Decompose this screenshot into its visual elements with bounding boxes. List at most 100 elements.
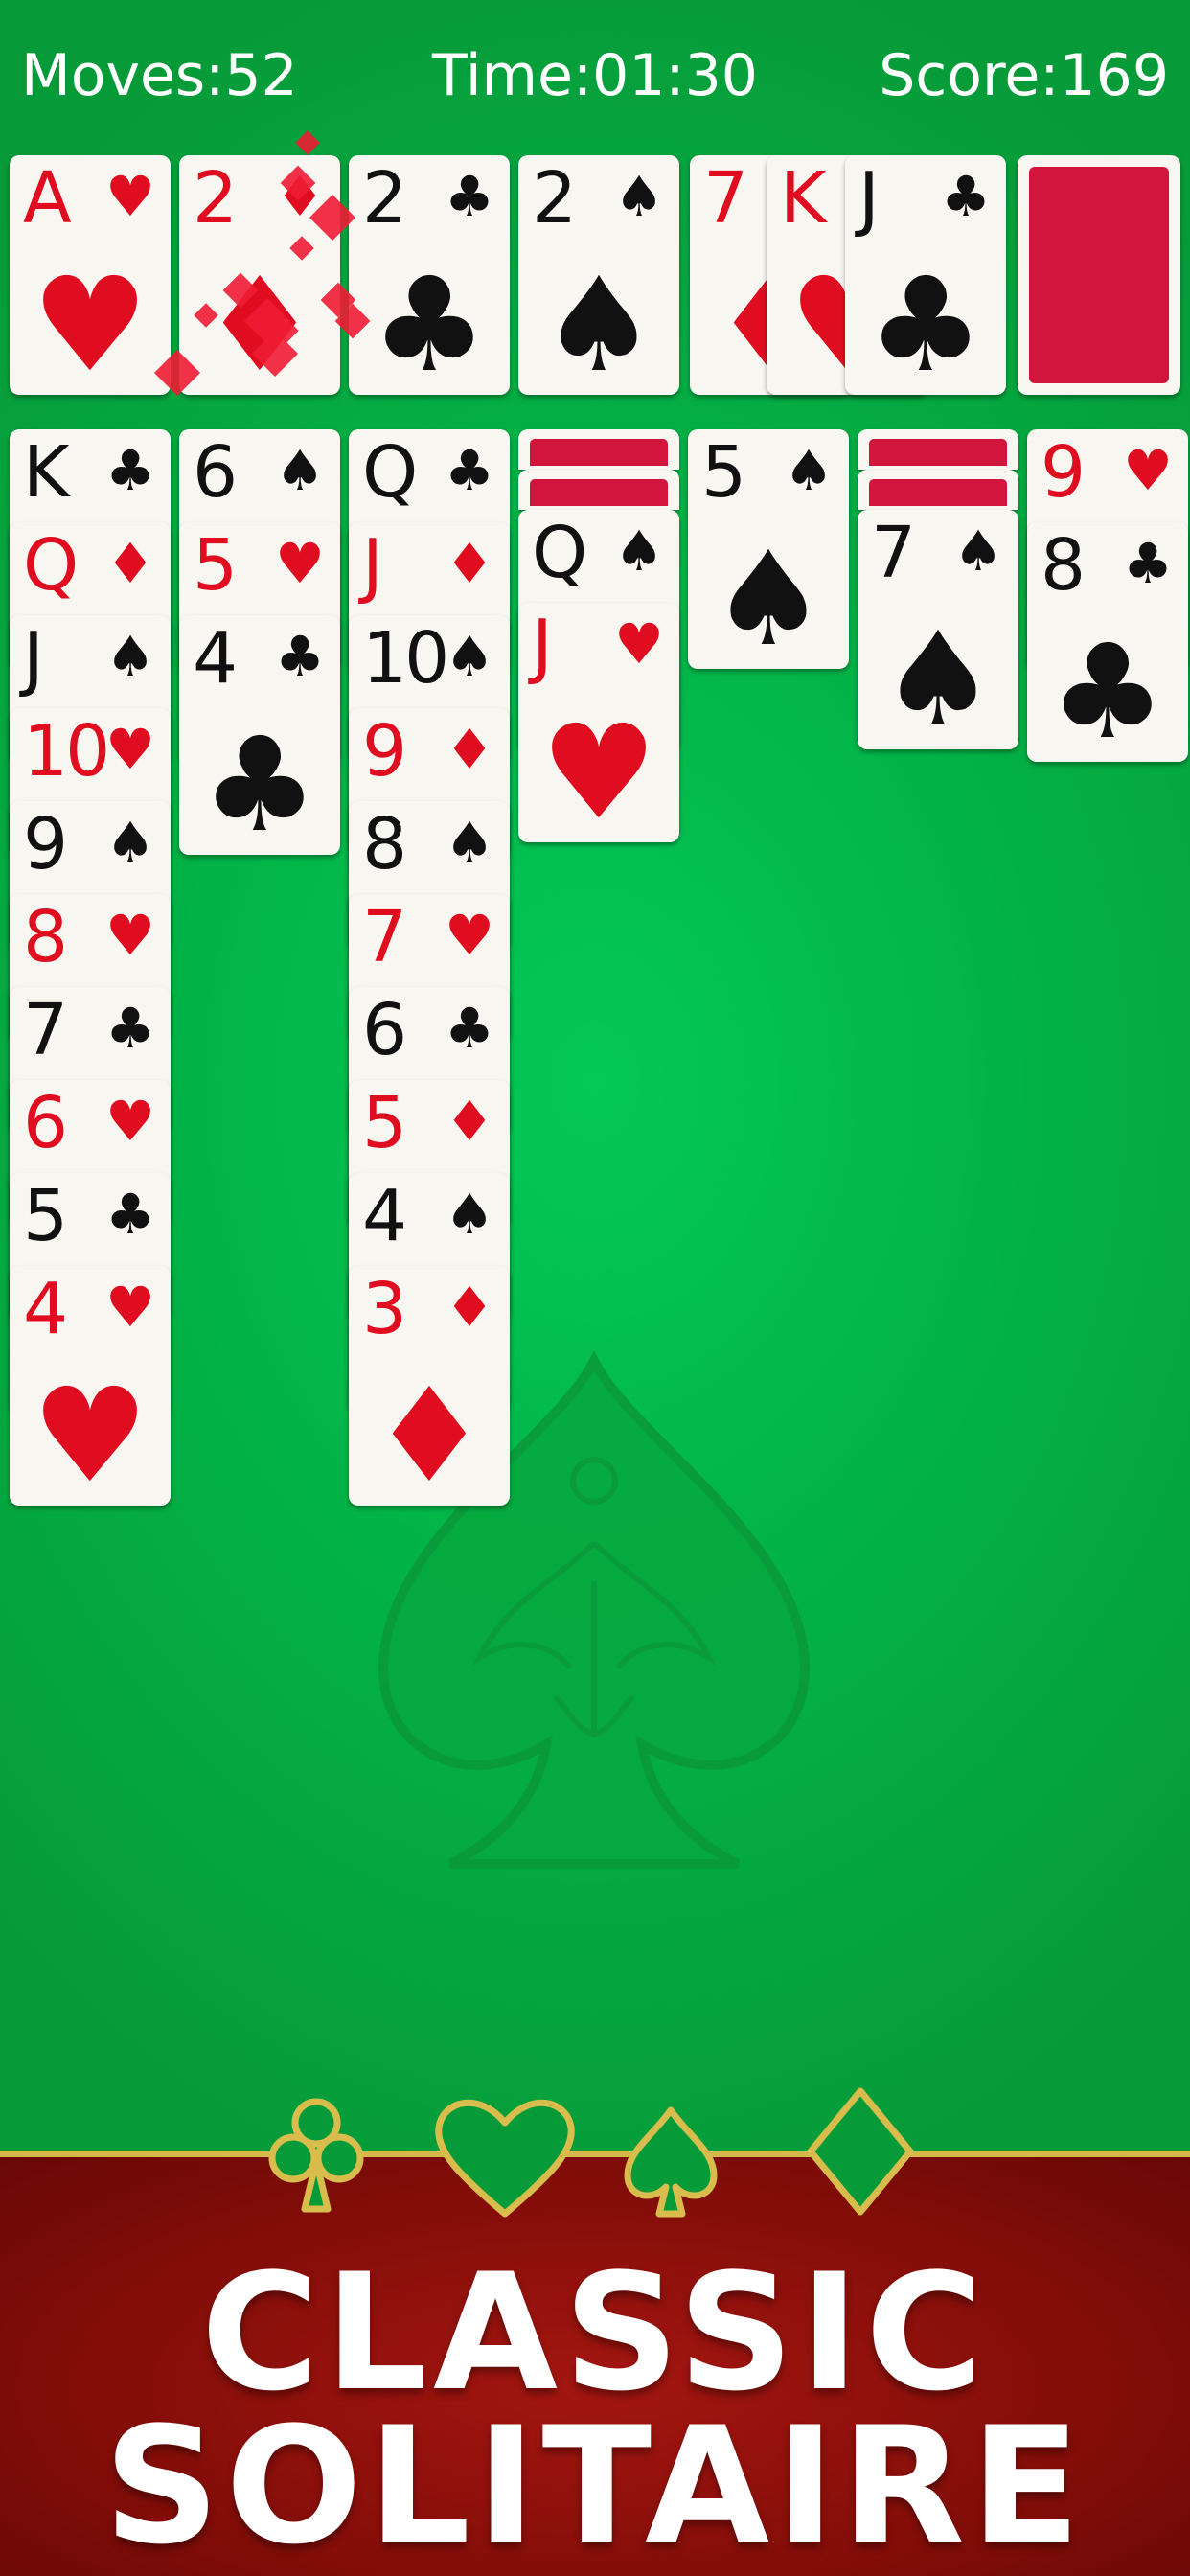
sparkle-particle [295,130,320,155]
banner-title-line2: SOLITAIRE [103,2392,1087,2576]
card-rank: 5 [23,1175,68,1257]
card-back-pattern [869,439,1007,466]
card-suit-icon: ♣ [105,1182,155,1247]
card-rank: 7 [362,896,407,978]
card-rank: 3 [362,1268,407,1350]
playing-card[interactable]: 3 ♦ ♦ [349,1266,510,1506]
card-suit-icon: ♠ [105,624,155,689]
card-rank: 7 [23,989,68,1071]
card-back-pattern [1029,167,1169,383]
playing-card[interactable]: 2 ♠ ♠ [518,155,679,395]
card-suit-icon: ♣ [445,996,494,1061]
card-rank: 10 [23,710,110,793]
card-rank: Q [362,431,418,514]
card-suit-icon: ♦ [445,1089,494,1154]
card-rank: 7 [703,157,748,240]
playing-card[interactable]: 5 ♠ ♠ [688,429,849,669]
card-rank: 10 [362,617,449,700]
face-down-card [518,470,679,510]
card-back-pattern [530,479,668,506]
card-suit-icon: ♣ [445,438,494,503]
card-suit-icon: ♣ [105,996,155,1061]
card-suit-icon: ♠ [614,164,664,229]
card-rank: 8 [1041,524,1086,607]
card-center-suit-icon: ♣ [1049,617,1166,762]
playing-card[interactable]: 8 ♣ ♣ [1027,522,1188,762]
playing-card[interactable]: A ♥ ♥ [10,155,171,395]
stock-pile[interactable] [1018,155,1180,395]
card-center-suit-icon: ♥ [540,698,657,842]
card-rank: 8 [23,896,68,978]
card-suit-icon: ♦ [445,717,494,782]
club-icon [268,2098,364,2213]
card-suit-icon: ♠ [953,518,1003,584]
card-suit-icon: ♦ [105,531,155,596]
card-suit-icon: ♥ [105,1089,155,1154]
card-rank: J [858,157,880,240]
card-rank: 5 [701,431,746,514]
card-rank: J [362,524,383,607]
banner-suit-row [268,2087,914,2218]
card-suit-icon: ♦ [445,531,494,596]
card-suit-icon: ♦ [445,1275,494,1340]
face-down-card [518,429,679,470]
diamond-icon [807,2087,914,2216]
card-rank: Q [532,512,587,594]
card-rank: 6 [23,1082,68,1164]
face-down-card [858,470,1018,510]
card-center-suit-icon: ♠ [540,250,657,395]
card-rank: K [23,431,70,514]
card-rank: 5 [193,524,238,607]
card-suit-icon: ♥ [1123,438,1173,503]
card-center-suit-icon: ♠ [880,605,996,749]
card-center-suit-icon: ♠ [710,524,827,669]
card-suit-icon: ♠ [275,438,325,503]
card-rank: 4 [193,617,238,700]
card-suit-icon: ♠ [445,1182,494,1247]
card-rank: 6 [362,989,407,1071]
card-suit-icon: ♠ [445,810,494,875]
card-rank: 6 [193,431,238,514]
card-rank: 9 [23,803,68,886]
card-rank: 2 [362,157,407,240]
card-suit-icon: ♠ [445,624,494,689]
card-rank: 2 [193,157,238,240]
card-rank: Q [23,524,79,607]
card-back-pattern [869,479,1007,506]
card-suit-icon: ♥ [105,717,155,782]
card-center-suit-icon: ♣ [867,250,984,395]
card-rank: 4 [23,1268,68,1350]
card-suit-icon: ♥ [445,903,494,968]
playing-card[interactable]: 4 ♣ ♣ [179,615,340,855]
card-suit-icon: ♣ [1123,531,1173,596]
card-center-suit-icon: ♥ [32,250,149,395]
score-counter: Score:169 [879,42,1169,109]
spade-icon [624,2106,718,2218]
card-suit-icon: ♣ [105,438,155,503]
playing-card[interactable]: 2 ♣ ♣ [349,155,510,395]
card-rank: 9 [1041,431,1086,514]
card-rank: K [780,157,827,240]
card-suit-icon: ♠ [614,518,664,584]
playing-card[interactable]: 4 ♥ ♥ [10,1266,171,1506]
playing-card[interactable]: J ♣ ♣ [845,155,1006,395]
card-suit-icon: ♥ [105,164,155,229]
playing-card[interactable]: J ♥ ♥ [518,603,679,842]
playing-card[interactable]: 7 ♠ ♠ [858,510,1018,749]
card-center-suit-icon: ♣ [201,710,318,855]
card-rank: 9 [362,710,407,793]
heart-icon [435,2099,575,2218]
card-suit-icon: ♥ [105,903,155,968]
card-center-suit-icon: ♣ [371,250,488,395]
face-down-card [858,429,1018,470]
card-center-suit-icon: ♦ [371,1361,488,1506]
card-rank: 2 [532,157,577,240]
card-rank: A [23,157,72,240]
card-suit-icon: ♣ [941,164,991,229]
card-rank: 8 [362,803,407,886]
card-rank: 4 [362,1175,407,1257]
card-suit-icon: ♣ [445,164,494,229]
card-suit-icon: ♥ [105,1275,155,1340]
card-back-pattern [530,439,668,466]
card-suit-icon: ♣ [275,624,325,689]
